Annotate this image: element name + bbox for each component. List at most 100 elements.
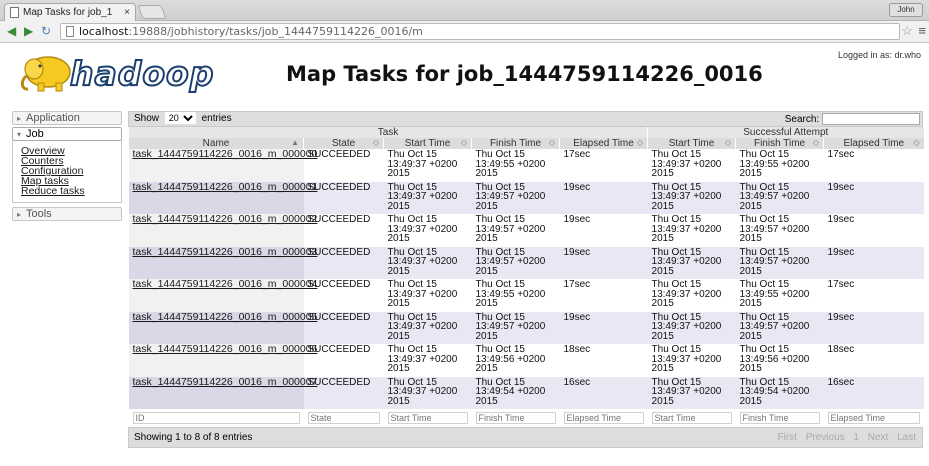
address-bar[interactable]: localhost:19888/jobhistory/tasks/job_144… [60,23,900,40]
sort-both-icon: ◇ [372,138,379,147]
cell-elapsed: 17sec [559,279,648,312]
back-arrow-icon[interactable]: ◀ [7,24,16,38]
cell-start: Thu Oct 15 13:49:37 +0200 2015 [383,246,472,279]
cell-start: Thu Oct 15 13:49:37 +0200 2015 [383,376,472,409]
sidebar-link-reduce-tasks[interactable]: Reduce tasks [21,186,117,197]
cell-start: Thu Oct 15 13:49:37 +0200 2015 [383,344,472,377]
filter-cell [823,409,924,427]
cell-elapsed: 19sec [559,181,648,214]
cell-state: SUCCEEDED [303,181,384,214]
pager-page-1[interactable]: 1 [853,432,859,443]
sort-ascending-icon: ▲ [291,138,299,147]
task-link[interactable]: task_1444759114226_0016_m_000007 [133,376,318,388]
task-link[interactable]: task_1444759114226_0016_m_000005 [133,311,318,323]
column-header[interactable]: Elapsed Time ◇ [823,138,924,149]
filter-cell [383,409,472,427]
group-header-successful-attempt: Successful Attempt [647,127,924,138]
table-row: task_1444759114226_0016_m_000006 SUCCEEDE… [128,344,924,377]
sidebar-item-application[interactable]: ▸ Application [12,111,122,125]
cell-state: SUCCEEDED [303,246,384,279]
menu-icon[interactable]: ≡ [918,23,926,38]
cell-elapsed: 18sec [559,344,648,377]
sort-both-icon: ◇ [636,138,644,147]
column-header-label: Finish Time [753,137,806,149]
close-icon[interactable]: × [124,4,130,21]
new-tab-button[interactable] [137,5,167,19]
pager-previous[interactable]: Previous [806,432,845,443]
column-filter-input[interactable] [475,412,556,424]
pager-last[interactable]: Last [897,432,916,443]
entries-per-page-select[interactable]: 20 [164,112,196,124]
task-link[interactable]: task_1444759114226_0016_m_000002 [133,213,318,225]
sort-both-icon: ◇ [812,138,820,147]
column-filter-input[interactable] [563,412,644,424]
search-input[interactable] [822,113,920,125]
task-id-cell: task_1444759114226_0016_m_000000 [128,149,317,182]
sidebar-item-tools[interactable]: ▸ Tools [12,207,122,221]
page-title: Map Tasks for job_1444759114226_0016 [286,62,763,86]
task-link[interactable]: task_1444759114226_0016_m_000003 [133,246,318,258]
sort-both-icon: ◇ [724,138,732,147]
column-header[interactable]: State ◇ [303,138,384,149]
table-row: task_1444759114226_0016_m_000001 SUCCEEDE… [128,181,924,214]
cell-a-elapsed: 16sec [823,376,924,409]
column-header[interactable]: Start Time ◇ [383,138,472,149]
cell-state: SUCCEEDED [303,149,384,182]
column-filter-input[interactable] [387,412,468,424]
table-row: task_1444759114226_0016_m_000005 SUCCEEDE… [128,311,924,344]
entries-label: entries [201,113,232,124]
cell-a-elapsed: 19sec [823,311,924,344]
task-link[interactable]: task_1444759114226_0016_m_000000 [133,148,318,160]
cell-a-finish: Thu Oct 15 13:49:54 +0200 2015 [735,376,824,409]
logged-in-status: Logged in as: dr.who [837,50,921,60]
cell-elapsed: 19sec [559,246,648,279]
browser-tabstrip: Map Tasks for job_1 × John [0,0,929,21]
filter-row [128,409,924,427]
task-link[interactable]: task_1444759114226_0016_m_000001 [133,181,318,193]
task-id-cell: task_1444759114226_0016_m_000006 [128,344,317,377]
group-header-task: Task [127,127,648,138]
cell-state: SUCCEEDED [303,214,384,247]
pager-first[interactable]: First [777,432,796,443]
filter-cell [559,409,648,427]
search-label: Search: [784,114,820,125]
cell-a-finish: Thu Oct 15 13:49:55 +0200 2015 [735,149,824,182]
cell-a-elapsed: 17sec [823,279,924,312]
browser-tab[interactable]: Map Tasks for job_1 × [4,3,136,21]
url-path: :19888/jobhistory/tasks/job_144475911422… [128,25,423,38]
user-profile-button[interactable]: John [889,3,923,17]
cell-finish: Thu Oct 15 13:49:55 +0200 2015 [471,149,560,182]
column-filter-input[interactable] [739,412,820,424]
cell-a-finish: Thu Oct 15 13:49:57 +0200 2015 [735,214,824,247]
column-header[interactable]: Finish Time ◇ [471,138,560,149]
task-link[interactable]: task_1444759114226_0016_m_000004 [133,278,318,290]
column-filter-input[interactable] [307,412,380,424]
document-icon [66,26,74,37]
sidebar-item-label: Job [26,128,44,140]
column-header-label: Start Time [668,137,715,149]
column-header-label: Name [202,137,230,149]
star-icon[interactable]: ☆ [901,24,913,38]
column-filter-input[interactable] [132,412,300,424]
reload-icon[interactable]: ↻ [41,24,51,38]
cell-a-start: Thu Oct 15 13:49:37 +0200 2015 [647,214,736,247]
cell-a-start: Thu Oct 15 13:49:37 +0200 2015 [647,311,736,344]
table-body: task_1444759114226_0016_m_000000 SUCCEEDE… [128,149,924,409]
column-filter-input[interactable] [827,412,920,424]
task-id-cell: task_1444759114226_0016_m_000004 [128,279,317,312]
task-link[interactable]: task_1444759114226_0016_m_000006 [133,343,318,355]
column-header[interactable]: Elapsed Time ◇ [558,138,648,149]
sidebar-item-job[interactable]: ▾ Job [12,127,122,141]
column-filter-input[interactable] [651,412,732,424]
pager-next[interactable]: Next [868,432,889,443]
forward-arrow-icon[interactable]: ▶ [24,24,33,38]
tab-title: Map Tasks for job_1 [23,7,113,18]
cell-elapsed: 19sec [559,311,648,344]
column-header[interactable]: Start Time ◇ [647,137,736,149]
hadoop-logo[interactable]: hadoop [18,52,228,94]
filter-cell [128,409,304,427]
column-header[interactable]: Name ▲ [128,137,304,149]
column-header[interactable]: Finish Time ◇ [735,137,824,149]
cell-a-finish: Thu Oct 15 13:49:55 +0200 2015 [735,279,824,312]
cell-start: Thu Oct 15 13:49:37 +0200 2015 [383,214,472,247]
